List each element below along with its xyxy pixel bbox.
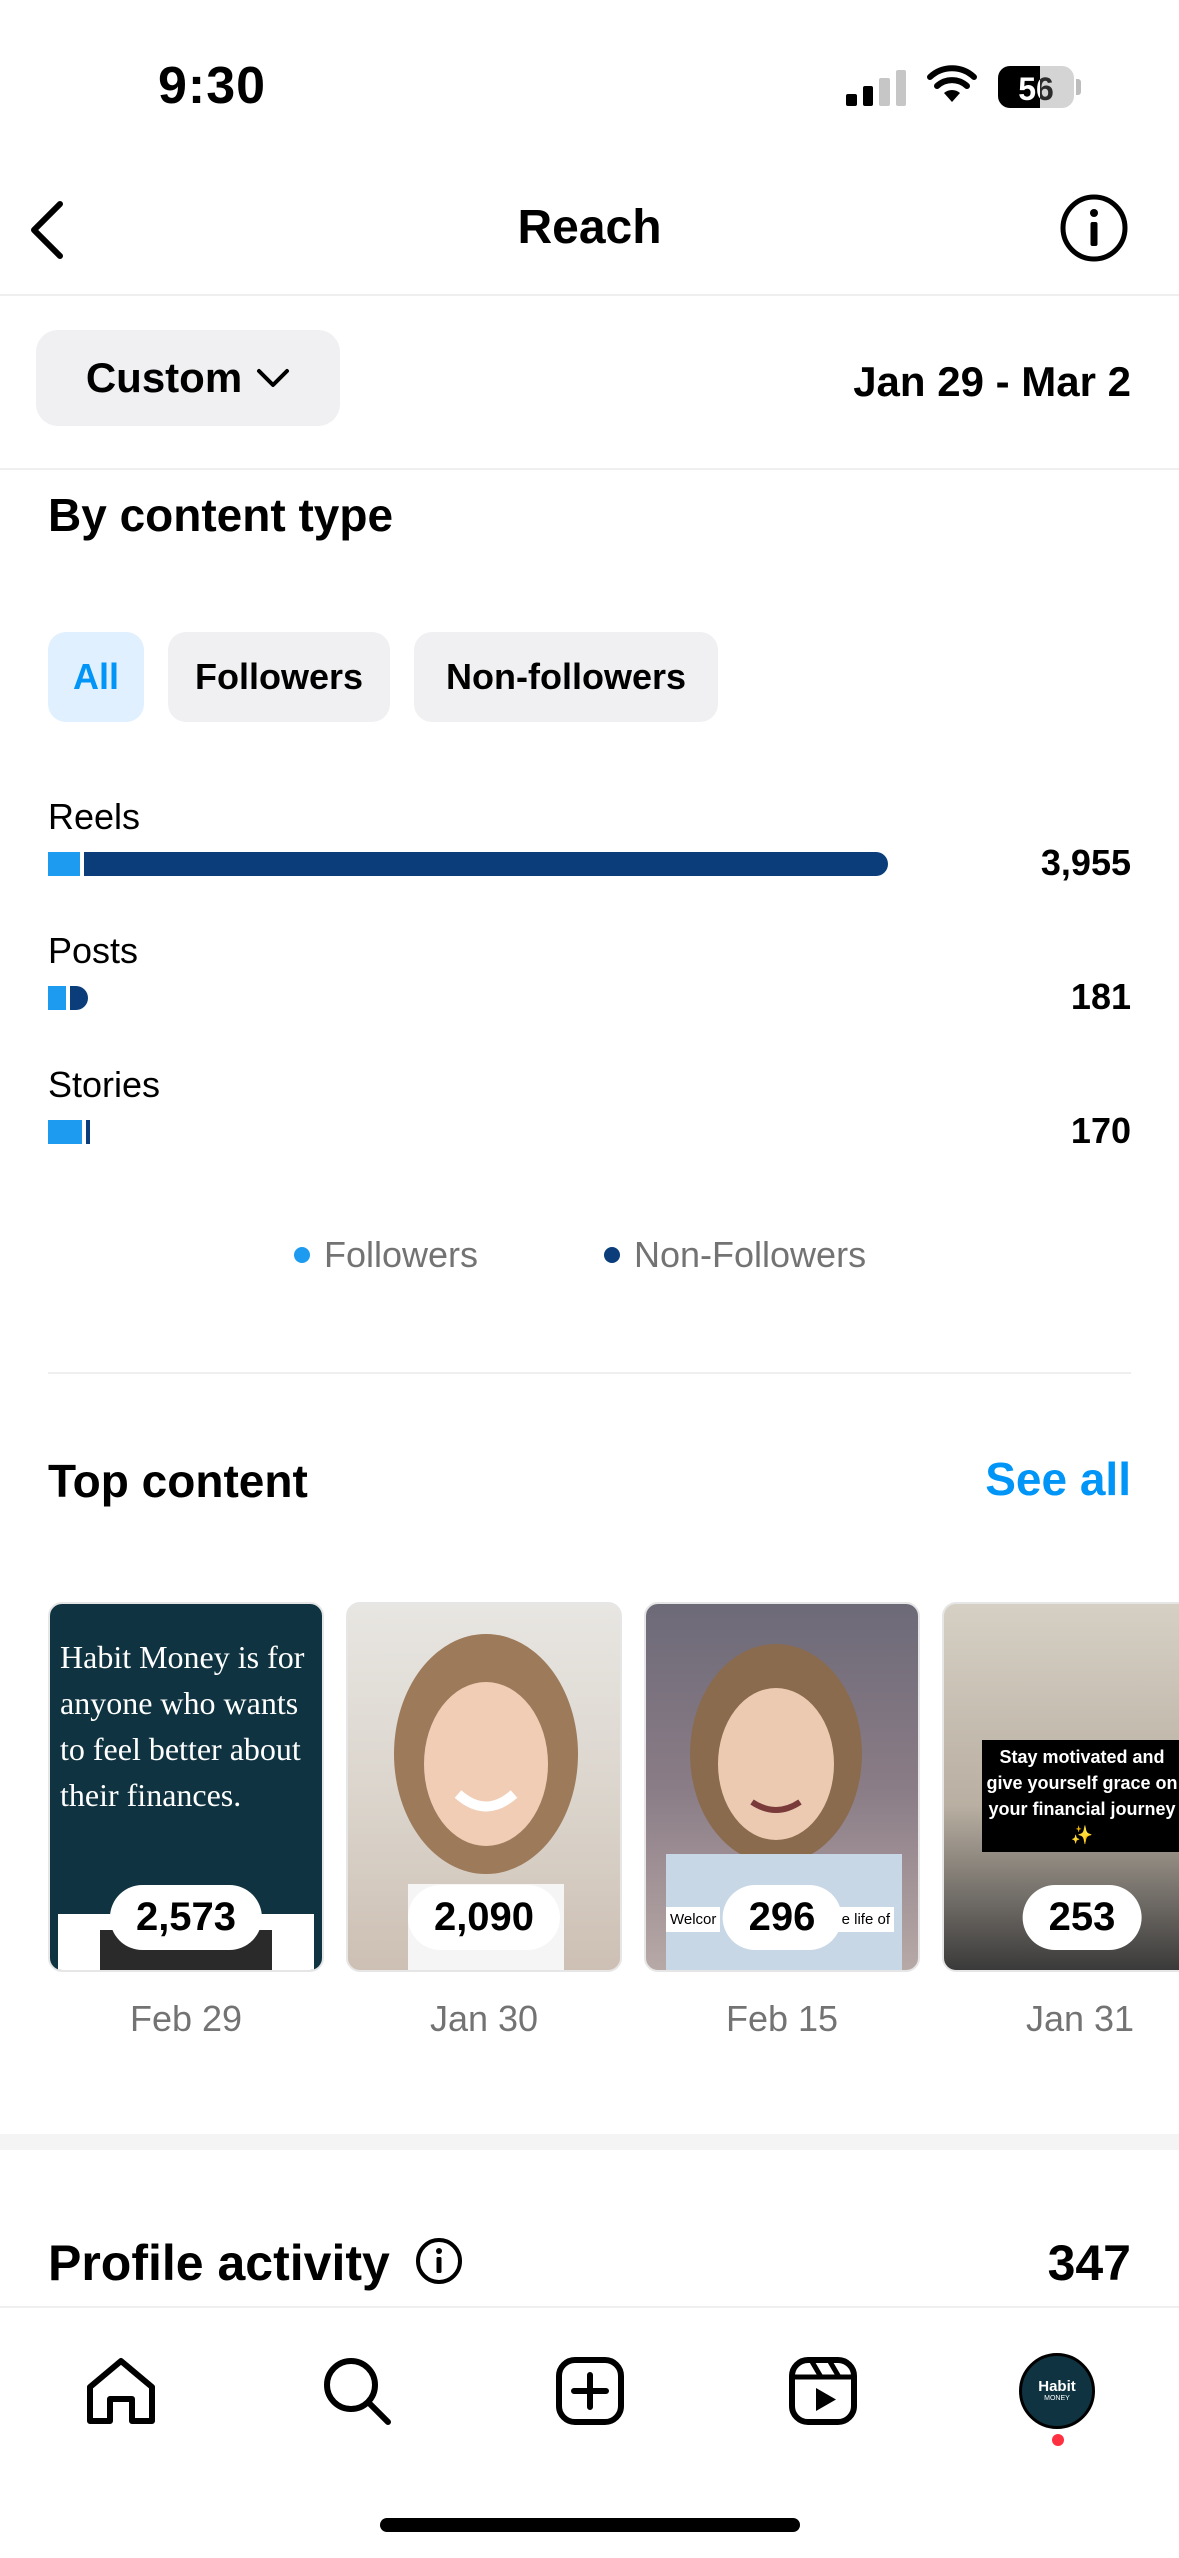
chip-non-followers[interactable]: Non-followers [414, 632, 718, 722]
period-dropdown[interactable]: Custom [36, 330, 340, 426]
notification-dot [1052, 2434, 1064, 2446]
battery-level: 56 [1018, 71, 1054, 107]
bar-posts-followers [48, 986, 66, 1010]
period-label: Custom [85, 354, 243, 401]
bar-stories-followers [48, 1120, 82, 1144]
row-value-posts: 181 [1070, 976, 1131, 1017]
bar-reels-followers [48, 852, 80, 876]
cellular-signal-icon [846, 68, 906, 106]
card-overlay-text: Stay motivated and give yourself grace o… [982, 1740, 1179, 1852]
row-value-reels: 3,955 [1040, 842, 1131, 883]
bar-reels [48, 852, 888, 876]
card-date: Jan 31 [1025, 1998, 1135, 2039]
card-date: Jan 30 [429, 1998, 539, 2039]
info-icon[interactable] [414, 2236, 464, 2286]
profile-activity-value: 347 [1047, 2235, 1131, 2291]
legend-non-followers: Non-Followers [604, 1234, 866, 1276]
legend-dot-followers [294, 1247, 310, 1263]
home-indicator [380, 2518, 800, 2532]
section-divider [48, 1372, 1131, 1374]
bar-stories [48, 1120, 90, 1144]
card-caption-left: Welcor [666, 1907, 721, 1932]
section-separator [0, 2134, 1179, 2150]
tab-search[interactable] [312, 2346, 402, 2436]
chevron-down-icon [257, 369, 290, 387]
tab-reels[interactable] [778, 2346, 868, 2436]
add-post-icon [556, 2357, 624, 2425]
legend-label-non-followers: Non-Followers [634, 1234, 867, 1275]
card-date: Feb 29 [129, 1998, 243, 2039]
top-content-card[interactable]: Stay motivated and give yourself grace o… [942, 1602, 1179, 1972]
avatar-subtext: MONEY [1044, 2395, 1070, 2402]
search-icon [324, 2358, 391, 2425]
info-icon[interactable] [1058, 192, 1130, 264]
profile-activity-title: Profile activity [48, 2235, 390, 2291]
chip-all[interactable]: All [48, 632, 144, 722]
top-content-card[interactable]: Habit Money is for anyone who wants to f… [48, 1602, 324, 1972]
bar-posts [48, 986, 88, 1010]
tab-home[interactable] [76, 2346, 166, 2436]
card-reach-value: 296 [722, 1885, 842, 1950]
tab-profile[interactable]: Habit MONEY [1012, 2346, 1102, 2436]
chip-followers[interactable]: Followers [168, 632, 390, 722]
card-reach-value: 253 [1022, 1885, 1142, 1950]
card-reach-value: 2,573 [109, 1885, 263, 1950]
date-range: Jan 29 - Mar 2 [853, 358, 1131, 405]
bar-posts-nonfollowers [70, 986, 88, 1010]
top-content-card[interactable]: 2,090 [346, 1602, 622, 1972]
legend-label-followers: Followers [324, 1234, 479, 1275]
legend-dot-non-followers [604, 1247, 620, 1263]
header-divider [0, 294, 1179, 296]
card-caption-right: e life of [837, 1907, 894, 1932]
row-label-reels: Reels [48, 796, 141, 837]
card-reach-value: 2,090 [407, 1885, 561, 1950]
status-time: 9:30 [158, 57, 267, 115]
top-content-card[interactable]: Welcor e life of 296 [644, 1602, 920, 1972]
see-all-link[interactable]: See all [985, 1452, 1131, 1506]
filter-divider [0, 468, 1179, 470]
avatar: Habit MONEY [1019, 2353, 1095, 2429]
battery-tip [1076, 79, 1081, 95]
bar-reels-nonfollowers [84, 852, 888, 876]
legend-followers: Followers [294, 1234, 478, 1276]
content-type-title: By content type [48, 489, 394, 541]
row-label-posts: Posts [48, 930, 139, 971]
battery-icon: 56 [998, 66, 1074, 108]
card-overlay-text: Habit Money is for anyone who wants to f… [60, 1639, 305, 1813]
top-content-title: Top content [48, 1455, 308, 1507]
row-value-stories: 170 [1070, 1110, 1131, 1151]
page-title: Reach [517, 201, 662, 254]
card-date: Feb 15 [725, 1998, 839, 2039]
home-icon [87, 2358, 155, 2424]
tab-create[interactable] [545, 2346, 635, 2436]
reels-icon [789, 2357, 857, 2425]
row-label-stories: Stories [48, 1064, 161, 1105]
avatar-text: Habit [1038, 2378, 1076, 2395]
bar-stories-nonfollowers [86, 1120, 90, 1144]
wifi-icon [927, 65, 977, 102]
